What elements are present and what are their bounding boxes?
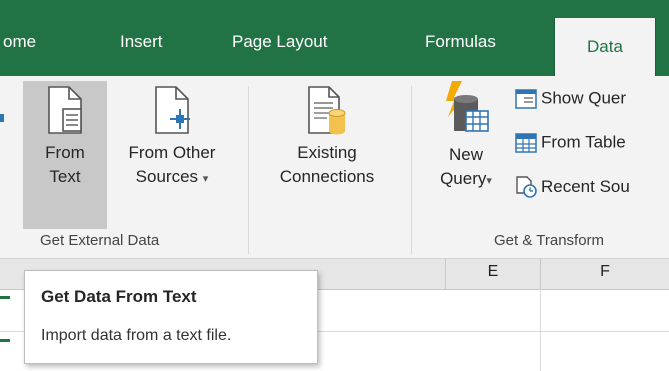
tab-page-layout[interactable]: Page Layout [232,32,327,52]
recent-sources-button[interactable]: Recent Sou [515,176,630,200]
other-sources-icon [155,86,190,134]
new-query-label-line1: New [448,145,483,164]
partial-icon-left-edge [0,114,4,122]
from-text-button[interactable]: From Text [23,81,107,229]
cell-edge-mark [0,339,10,342]
tooltip-description: Import data from a text file. [41,327,232,344]
group-label-get-external-data: Get External Data [40,232,160,249]
screentip-tooltip: Get Data From Text Import data from a te… [24,270,318,364]
from-other-sources-button[interactable]: From Other Sources ▾ [108,81,236,229]
tooltip-title: Get Data From Text [41,287,197,306]
from-other-label-line1: From Other [128,143,216,162]
group-separator [248,86,249,254]
tab-data[interactable]: Data [554,18,656,76]
from-table-label: From Table [541,132,626,152]
from-table-button[interactable]: From Table [515,132,626,156]
recent-sources-label: Recent Sou [541,177,630,196]
show-queries-icon [515,88,537,109]
group-label-get-transform: Get & Transform [494,232,605,249]
tab-insert[interactable]: Insert [120,32,163,52]
chevron-down-icon: ▾ [202,173,209,185]
text-file-icon [48,86,82,134]
existing-label-line1: Existing [297,143,357,162]
show-queries-button[interactable]: Show Quer [515,88,626,112]
from-text-label-line2: Text [49,167,81,186]
from-other-label-line2: Sources [135,167,199,186]
chevron-down-icon: ▾ [486,175,492,187]
ribbon-panel: From Text From Other Sources ▾ Existing [0,76,669,259]
tab-home[interactable]: ome [3,32,36,52]
ribbon-tab-bar: ome Insert Page Layout Formulas Data [0,0,669,76]
column-header-f[interactable]: F [541,259,669,290]
column-header-e[interactable]: E [446,259,541,290]
existing-connections-button[interactable]: Existing Connections [257,81,397,229]
table-icon [515,132,537,153]
tab-formulas[interactable]: Formulas [425,32,496,52]
new-query-icon [446,81,489,132]
column-gridline [540,289,541,371]
recent-sources-icon [516,176,537,198]
from-text-label-line1: From [45,143,85,162]
new-query-label-line2: Query [440,169,487,188]
connections-icon [308,86,346,135]
existing-label-line2: Connections [279,167,375,186]
group-separator [411,86,412,254]
cell-edge-mark [0,296,10,299]
show-queries-label: Show Quer [541,88,627,108]
new-query-button[interactable]: New Query▾ [420,81,512,229]
